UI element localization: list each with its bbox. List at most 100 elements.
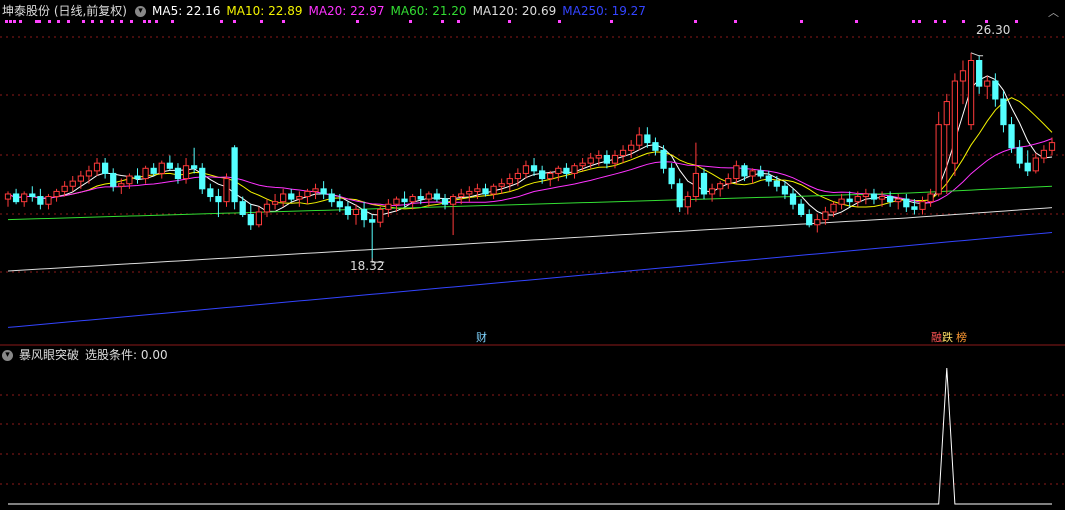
candle-up — [142, 167, 149, 180]
candle-down — [668, 167, 675, 185]
candle-up — [927, 193, 934, 203]
candle-up — [749, 170, 756, 177]
event-dot — [148, 20, 151, 23]
marker-drop[interactable]: 跌 — [941, 332, 954, 344]
candle-up — [919, 201, 926, 210]
candle-up — [717, 183, 724, 190]
event-dot — [457, 20, 460, 23]
event-dot — [67, 20, 70, 23]
ma10-line — [7, 97, 1053, 210]
event-dot — [356, 20, 359, 23]
candle-up — [611, 154, 619, 164]
candle-down — [37, 196, 44, 205]
ma5-label: MA5: 22.16 — [152, 4, 221, 18]
event-dot — [130, 20, 133, 23]
candle-up — [984, 80, 991, 87]
candle-down — [239, 201, 246, 216]
event-dot — [441, 20, 444, 23]
candle-down — [976, 60, 983, 87]
candle-down — [191, 165, 198, 169]
event-dot — [918, 20, 921, 23]
candle-up — [725, 178, 732, 185]
candle-up — [636, 134, 643, 146]
candle-up — [708, 188, 716, 195]
candle-down — [846, 198, 853, 203]
event-dot — [943, 20, 946, 23]
candle-up — [895, 198, 902, 203]
indicator-name[interactable]: 暴风眼突破 — [19, 346, 79, 364]
indicator-settings-icon[interactable]: ▾ — [2, 349, 13, 361]
candle-up — [692, 172, 700, 198]
candle-down — [166, 162, 173, 169]
candle-up — [304, 190, 311, 198]
candle-down — [150, 167, 157, 174]
marker-list[interactable]: 榜 — [955, 332, 968, 344]
ma120-label: MA120: 20.69 — [472, 4, 557, 18]
event-dot — [57, 20, 60, 23]
event-dot — [610, 20, 613, 23]
candle-down — [773, 180, 780, 187]
candle-up — [619, 149, 627, 156]
candle-down — [441, 198, 449, 205]
collapse-icon[interactable]: ︿ — [1048, 4, 1059, 20]
annotation-lines — [371, 52, 984, 263]
candle-up — [822, 211, 829, 221]
candle-up — [878, 196, 886, 200]
candle-up — [506, 178, 513, 185]
candle-down — [231, 147, 238, 203]
event-dot — [734, 20, 737, 23]
candle-up — [409, 196, 416, 203]
candle-down — [644, 134, 651, 144]
candle-up — [814, 219, 821, 226]
candle-down — [603, 154, 611, 164]
ma10-label: MA10: 22.89 — [226, 4, 303, 18]
candle-up — [490, 185, 497, 195]
candle-down — [757, 170, 764, 177]
candle-up — [474, 188, 481, 192]
event-dot — [912, 20, 915, 23]
high-marker-line — [970, 52, 984, 57]
candle-up — [498, 183, 505, 187]
candle-down — [741, 165, 748, 177]
candle-down — [1000, 98, 1007, 126]
candle-up — [1032, 157, 1039, 172]
event-dot — [38, 20, 41, 23]
candle-down — [328, 193, 335, 203]
event-dot — [260, 20, 263, 23]
candle-up — [587, 157, 594, 164]
candle-up — [830, 203, 837, 213]
candle-up — [514, 172, 521, 180]
candle-up — [595, 154, 602, 159]
chart-header: 坤泰股份 (日线,前复权) ▾ MA5: 22.16 MA10: 22.89 M… — [2, 2, 652, 20]
candle-up — [449, 196, 457, 205]
candle-down — [110, 172, 117, 187]
candle-down — [903, 198, 910, 208]
stock-title[interactable]: 坤泰股份 (日线,前复权) — [2, 2, 127, 20]
candle-down — [1008, 124, 1015, 149]
event-dot — [1015, 20, 1018, 23]
candle-up — [223, 178, 230, 203]
ma20-label: MA20: 22.97 — [308, 4, 385, 18]
event-dot — [233, 20, 236, 23]
marker-finance[interactable]: 财 — [475, 332, 488, 344]
event-dot — [800, 20, 803, 23]
candle-down — [320, 188, 327, 195]
candle-up — [377, 208, 384, 223]
event-dot — [91, 20, 94, 23]
candle-up — [838, 198, 845, 205]
candle-down — [660, 149, 667, 169]
event-dot — [508, 20, 511, 23]
candle-down — [288, 193, 295, 200]
candle-up — [53, 190, 60, 198]
candle-down — [789, 193, 797, 205]
event-dot — [855, 20, 858, 23]
candle-down — [215, 196, 222, 203]
candle-up — [271, 201, 279, 205]
candle-up — [61, 185, 68, 192]
candle-down — [563, 167, 570, 174]
candle-up — [466, 190, 473, 195]
candle-up — [1048, 142, 1056, 151]
candle-down — [247, 214, 254, 226]
top-dots — [5, 20, 1018, 23]
settings-icon[interactable]: ▾ — [135, 5, 146, 17]
